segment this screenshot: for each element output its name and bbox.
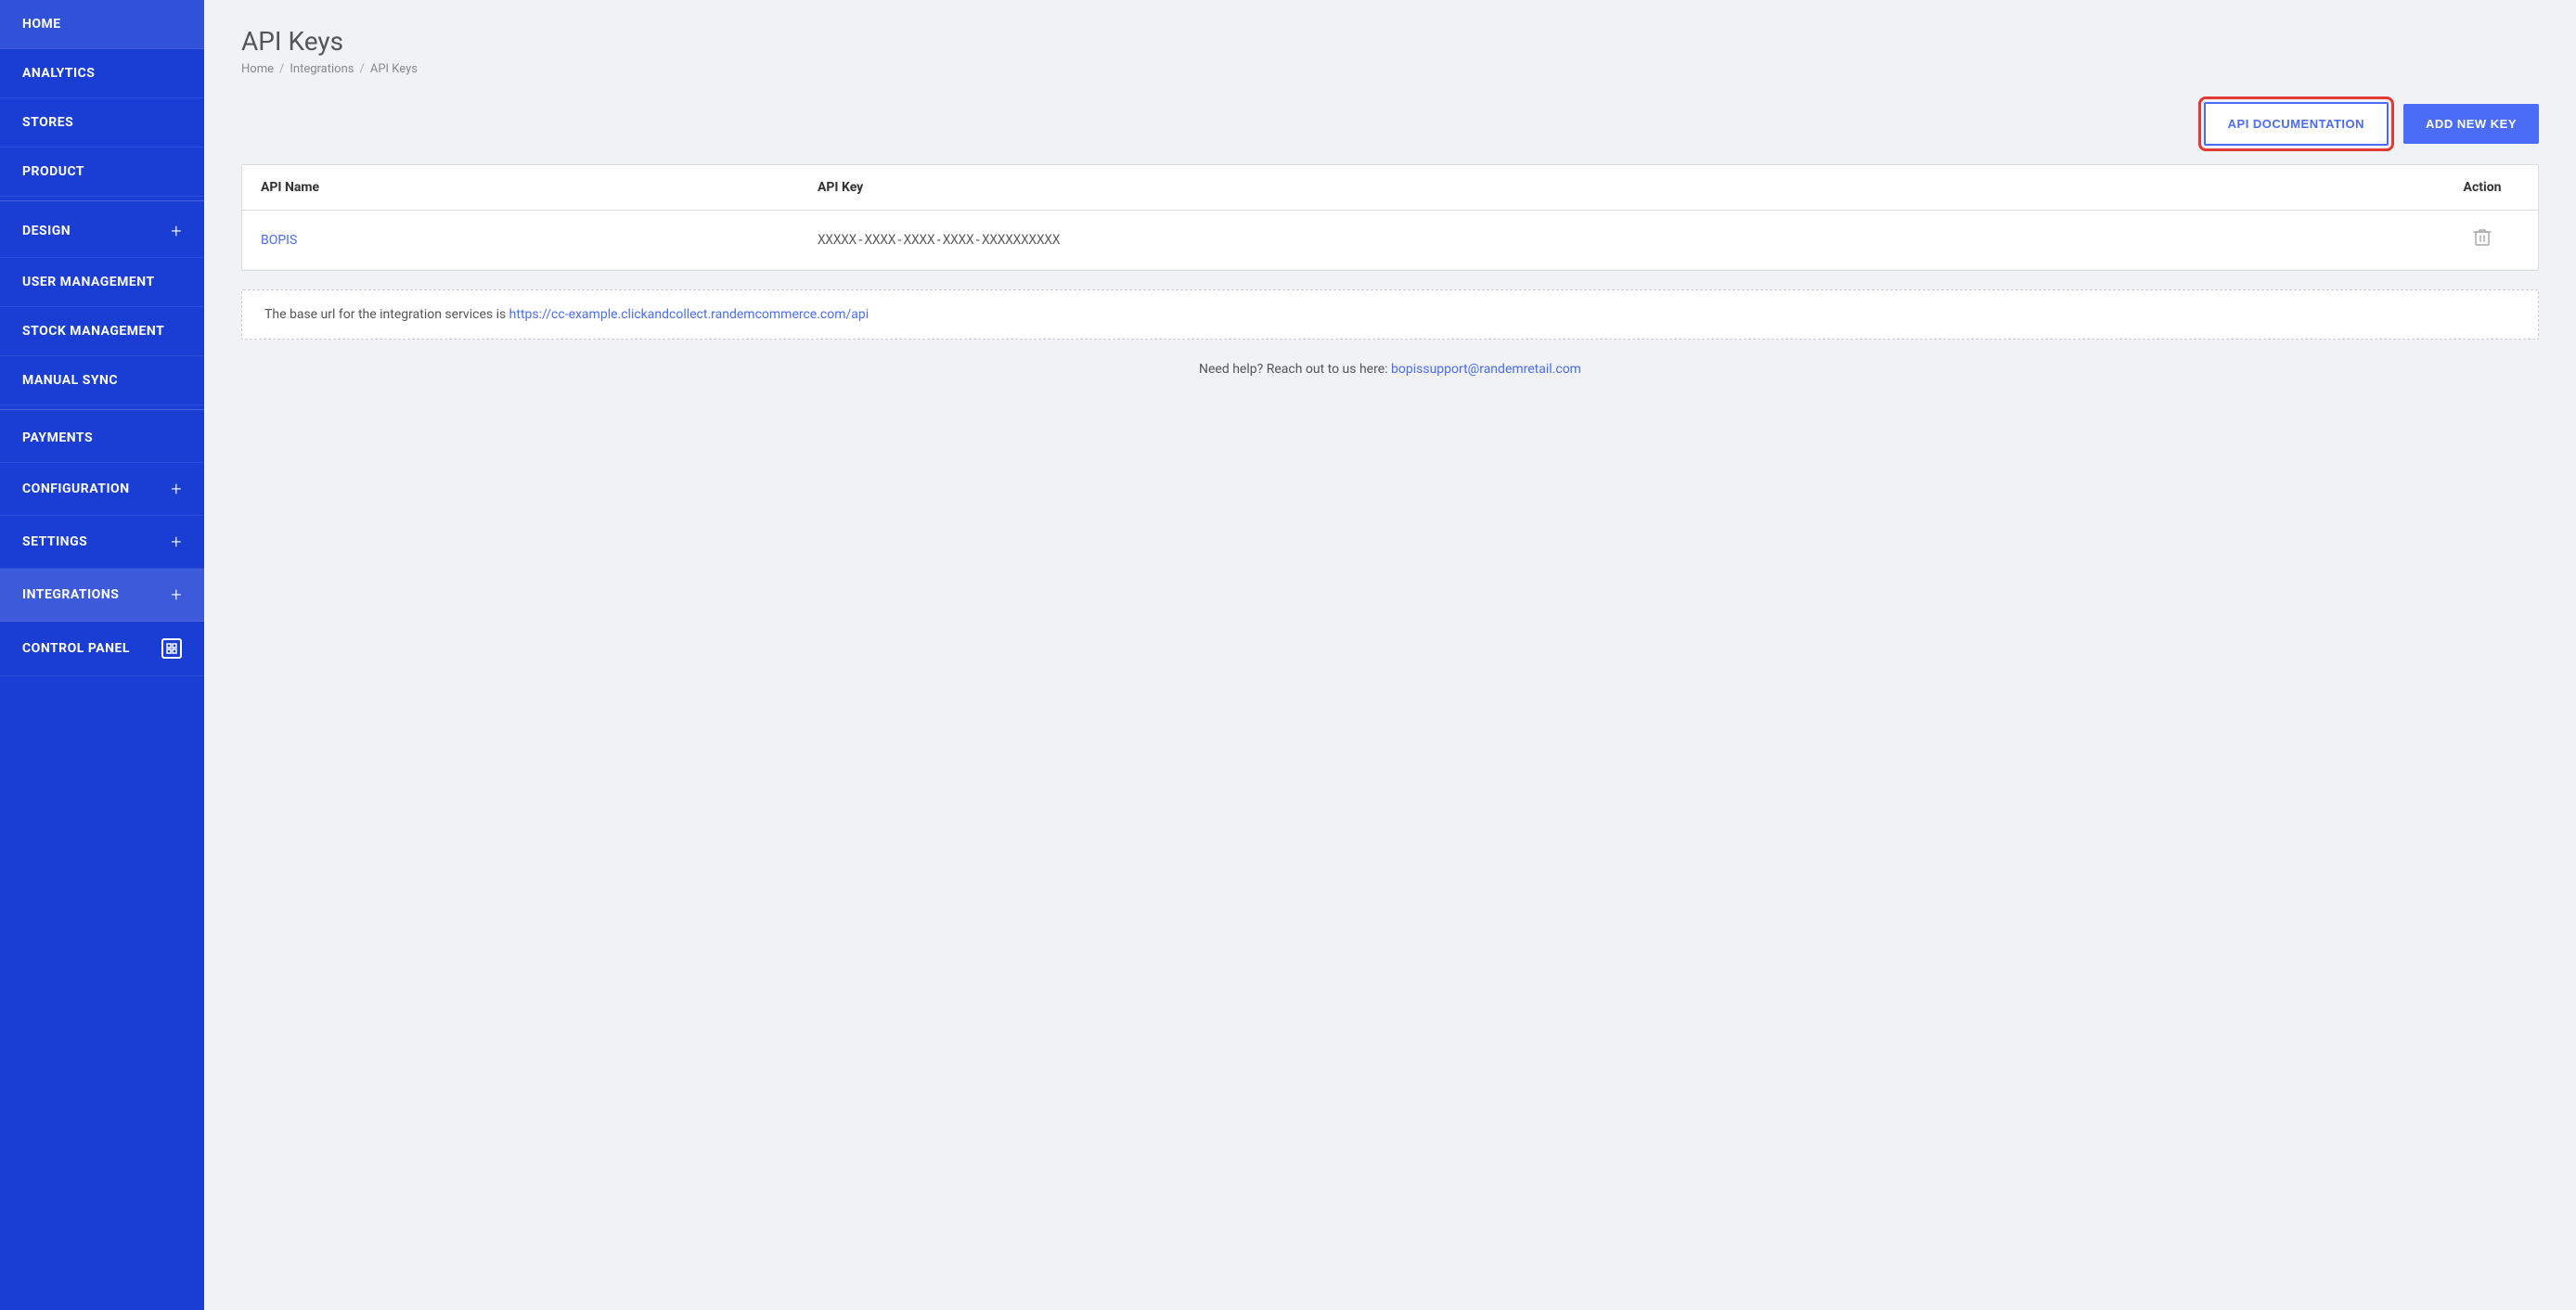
col-header-key: API Key bbox=[799, 165, 2427, 211]
sidebar-item-settings[interactable]: SETTINGS + bbox=[0, 516, 204, 569]
sidebar-item-user-management[interactable]: USER MANAGEMENT bbox=[0, 258, 204, 307]
sidebar-item-product[interactable]: PRODUCT bbox=[0, 148, 204, 197]
api-key-value: XXXXX-XXXX-XXXX-XXXX-XXXXXXXXXX bbox=[818, 233, 1060, 248]
info-section: The base url for the integration service… bbox=[241, 289, 2539, 340]
sidebar-item-label: USER MANAGEMENT bbox=[22, 275, 155, 289]
sidebar-item-label: CONTROL PANEL bbox=[22, 641, 130, 656]
api-key-cell: XXXXX-XXXX-XXXX-XXXX-XXXXXXXXXX bbox=[799, 211, 2427, 270]
breadcrumb-integrations: Integrations bbox=[290, 62, 354, 76]
page-header: API Keys Home / Integrations / API Keys bbox=[204, 0, 2576, 95]
api-name-link[interactable]: BOPIS bbox=[261, 233, 297, 248]
col-header-name: API Name bbox=[242, 165, 799, 211]
main-content: API Keys Home / Integrations / API Keys … bbox=[204, 0, 2576, 1310]
sidebar-item-integrations[interactable]: INTEGRATIONS + bbox=[0, 569, 204, 622]
expand-icon: + bbox=[171, 585, 182, 604]
action-cell bbox=[2427, 211, 2538, 270]
base-url-text: The base url for the integration service… bbox=[264, 307, 509, 322]
page-title: API Keys bbox=[241, 26, 2539, 57]
sidebar-item-label: SETTINGS bbox=[22, 534, 87, 549]
help-section: Need help? Reach out to us here: bopissu… bbox=[241, 362, 2539, 377]
col-header-action: Action bbox=[2427, 165, 2538, 211]
help-text: Need help? Reach out to us here: bbox=[1199, 362, 1391, 377]
expand-icon: + bbox=[171, 222, 182, 240]
sidebar-item-label: INTEGRATIONS bbox=[22, 587, 119, 602]
api-keys-table: API Name API Key Action BOPIS XXXXX-XXXX… bbox=[242, 165, 2538, 270]
sidebar-item-label: STORES bbox=[22, 115, 73, 130]
sidebar-item-label: ANALYTICS bbox=[22, 66, 95, 81]
help-email-link[interactable]: bopissupport@randemretail.com bbox=[1391, 362, 1581, 377]
sidebar-item-payments[interactable]: PAYMENTS bbox=[0, 414, 204, 463]
sidebar-item-configuration[interactable]: CONFIGURATION + bbox=[0, 463, 204, 516]
table-header-row: API Name API Key Action bbox=[242, 165, 2538, 211]
add-new-key-button[interactable]: ADD NEW KEY bbox=[2403, 104, 2539, 144]
sidebar-item-manual-sync[interactable]: MANUAL SYNC bbox=[0, 356, 204, 405]
sidebar-item-stock-management[interactable]: STOCK MANAGEMENT bbox=[0, 307, 204, 356]
sidebar-item-label: PAYMENTS bbox=[22, 430, 93, 445]
sidebar-item-label: MANUAL SYNC bbox=[22, 373, 118, 388]
breadcrumb: Home / Integrations / API Keys bbox=[241, 62, 2539, 76]
sidebar-item-label: HOME bbox=[22, 17, 61, 32]
sidebar-item-stores[interactable]: STORES bbox=[0, 98, 204, 148]
api-name-cell: BOPIS bbox=[242, 211, 799, 270]
sidebar-item-control-panel[interactable]: CONTROL PANEL bbox=[0, 622, 204, 676]
control-panel-icon bbox=[161, 638, 182, 659]
action-bar: API DOCUMENTATION ADD NEW KEY bbox=[204, 95, 2576, 164]
breadcrumb-current: API Keys bbox=[370, 62, 418, 76]
sidebar-item-label: CONFIGURATION bbox=[22, 482, 130, 496]
breadcrumb-sep-2: / bbox=[359, 62, 364, 76]
sidebar-divider-2 bbox=[0, 409, 204, 410]
api-documentation-button[interactable]: API DOCUMENTATION bbox=[2204, 102, 2389, 146]
table-row: BOPIS XXXXX-XXXX-XXXX-XXXX-XXXXXXXXXX bbox=[242, 211, 2538, 270]
sidebar: HOME ANALYTICS STORES PRODUCT DESIGN + U… bbox=[0, 0, 204, 1310]
expand-icon: + bbox=[171, 533, 182, 551]
breadcrumb-home: Home bbox=[241, 62, 274, 76]
sidebar-divider-1 bbox=[0, 200, 204, 201]
base-url-link[interactable]: https://cc-example.clickandcollect.rande… bbox=[509, 307, 869, 322]
expand-icon: + bbox=[171, 480, 182, 498]
sidebar-item-analytics[interactable]: ANALYTICS bbox=[0, 49, 204, 98]
sidebar-item-label: PRODUCT bbox=[22, 164, 84, 179]
delete-icon[interactable] bbox=[2473, 233, 2492, 252]
api-keys-table-container: API Name API Key Action BOPIS XXXXX-XXXX… bbox=[241, 164, 2539, 271]
sidebar-item-label: STOCK MANAGEMENT bbox=[22, 324, 164, 339]
sidebar-item-design[interactable]: DESIGN + bbox=[0, 205, 204, 258]
sidebar-item-label: DESIGN bbox=[22, 224, 71, 238]
sidebar-item-home[interactable]: HOME bbox=[0, 0, 204, 49]
breadcrumb-sep-1: / bbox=[279, 62, 284, 76]
